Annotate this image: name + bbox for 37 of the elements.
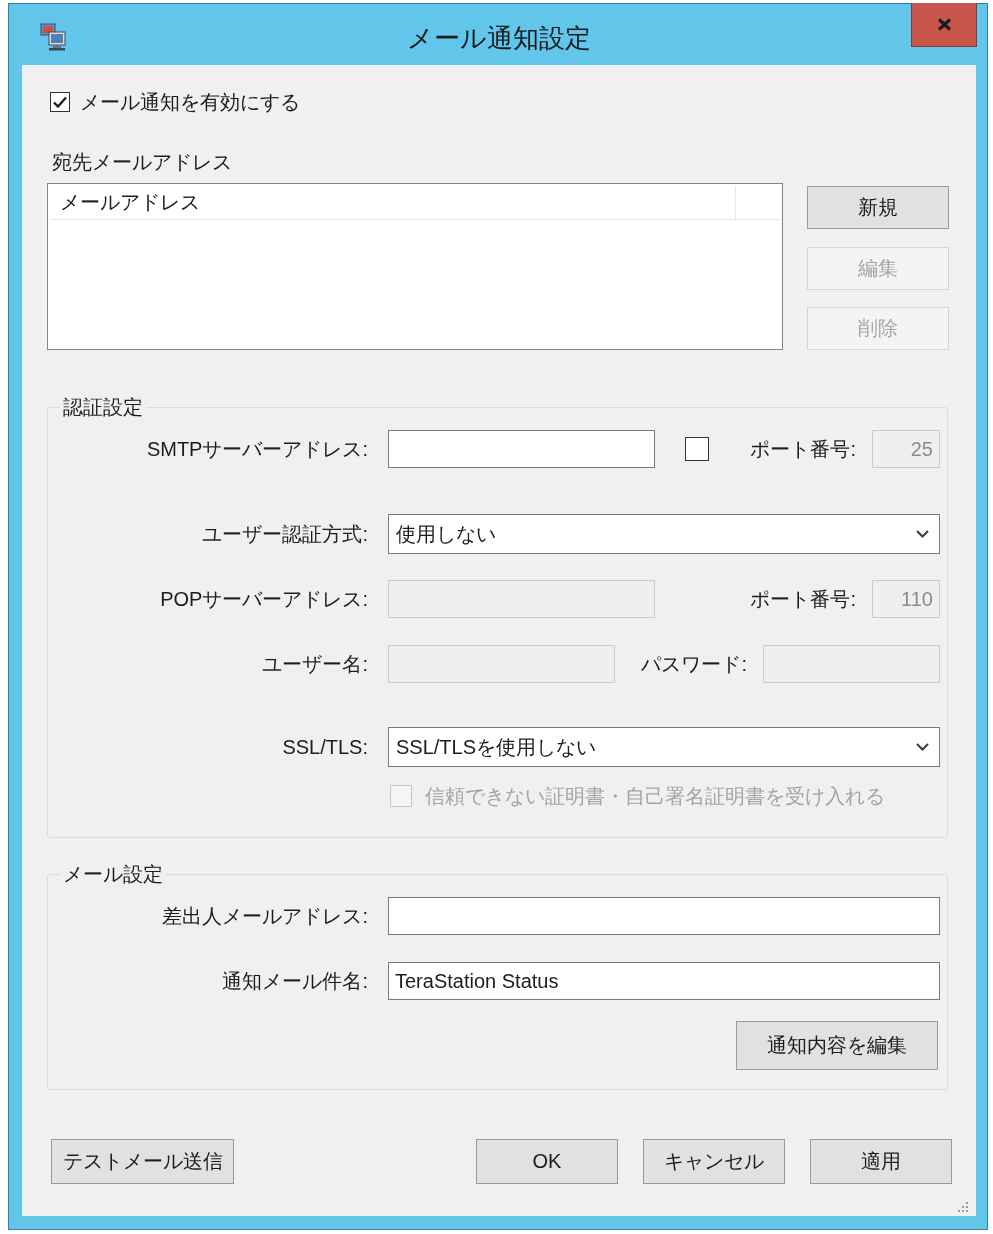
text-field[interactable]: TeraStation Status bbox=[388, 962, 940, 1000]
text-field[interactable] bbox=[388, 897, 940, 935]
section-label: 宛先メールアドレス bbox=[52, 150, 233, 174]
field-label: ユーザー認証方式: bbox=[201, 522, 369, 546]
close-button[interactable] bbox=[911, 3, 977, 47]
resize-grip-icon bbox=[958, 1202, 968, 1212]
edit-template-button[interactable]: 通知内容を編集 bbox=[736, 1021, 938, 1070]
group-title: 認証設定 bbox=[62, 395, 144, 419]
field-label: 通知メール件名: bbox=[221, 969, 369, 993]
window-title: メール通知設定 bbox=[407, 21, 591, 54]
checkbox[interactable] bbox=[685, 437, 709, 461]
field-label: 差出人メールアドレス: bbox=[161, 904, 369, 928]
dropdown[interactable]: 使用しない bbox=[388, 514, 940, 554]
computer-icon bbox=[40, 22, 66, 51]
chevron-down-icon bbox=[916, 530, 929, 538]
cancel-button[interactable]: キャンセル bbox=[643, 1139, 785, 1184]
ok-button[interactable]: OK bbox=[476, 1139, 618, 1184]
dropdown[interactable]: SSL/TLSを使用しない bbox=[388, 727, 940, 767]
check-icon bbox=[53, 96, 67, 108]
field-label: POPサーバーアドレス: bbox=[159, 587, 369, 611]
field-label: SSL/TLS: bbox=[281, 735, 369, 759]
field-label: ユーザー名: bbox=[261, 652, 369, 676]
test-mail-button[interactable]: テストメール送信 bbox=[51, 1139, 234, 1184]
field-label: ポート番号: bbox=[750, 437, 856, 461]
checkbox[interactable] bbox=[50, 92, 70, 112]
field-label: ポート番号: bbox=[750, 587, 856, 611]
chevron-down-icon bbox=[916, 743, 929, 751]
checkbox-label: メール通知を有効にする bbox=[80, 90, 300, 114]
group-title: メール設定 bbox=[62, 862, 164, 886]
close-icon bbox=[936, 18, 952, 31]
email-list[interactable]: メールアドレス bbox=[47, 183, 783, 350]
checkbox-label: 信頼できない証明書・自己署名証明書を受け入れる bbox=[425, 784, 885, 808]
field-label: パスワード: bbox=[641, 652, 747, 676]
text-field[interactable] bbox=[388, 430, 655, 468]
add-button[interactable]: 新規 bbox=[807, 186, 949, 229]
apply-button[interactable]: 適用 bbox=[810, 1139, 952, 1184]
field-label: SMTPサーバーアドレス: bbox=[145, 437, 369, 461]
